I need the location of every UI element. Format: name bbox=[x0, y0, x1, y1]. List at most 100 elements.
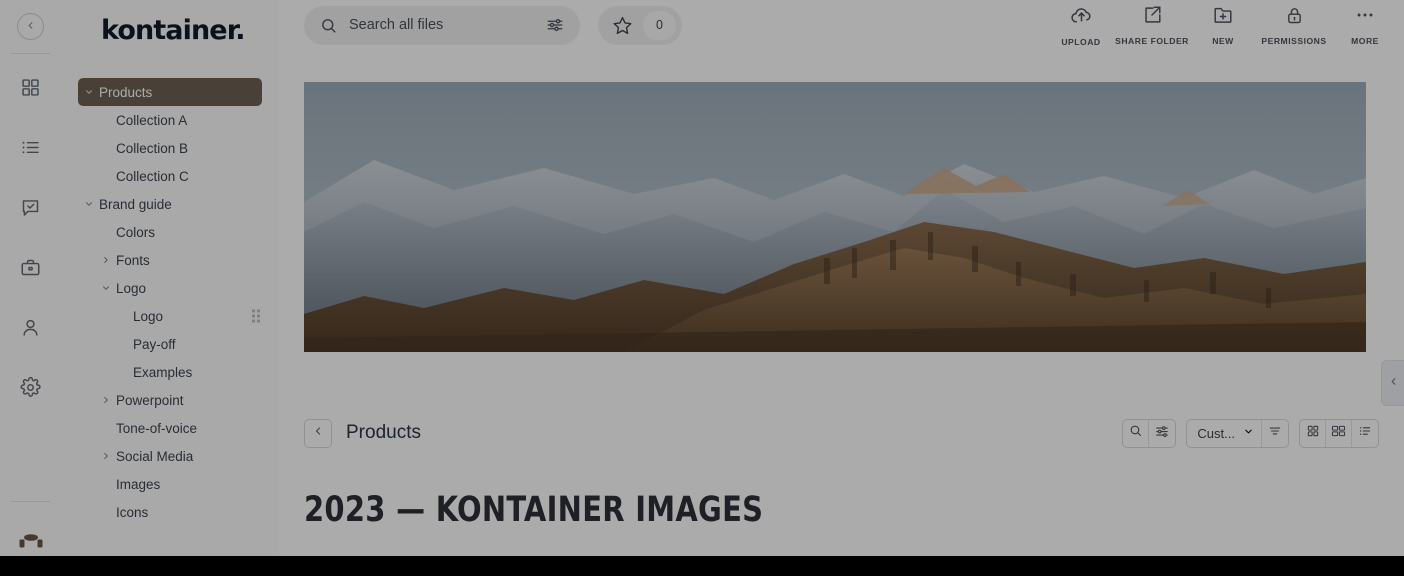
folder-item-collection-b[interactable]: Collection B bbox=[78, 134, 262, 162]
folder-item-logo[interactable]: Logo bbox=[78, 274, 262, 302]
search-input[interactable] bbox=[347, 16, 546, 34]
chevron-down-icon[interactable] bbox=[82, 199, 95, 209]
chevron-down-icon[interactable] bbox=[99, 283, 112, 293]
folder-sidebar: kontainer. Products Collection A Collectio… bbox=[61, 0, 280, 556]
sidebar-item-files-list[interactable] bbox=[18, 134, 44, 160]
drag-handle-icon[interactable] bbox=[252, 310, 260, 323]
sort-select-value: Cust... bbox=[1197, 426, 1235, 441]
sort-group: Cust... bbox=[1186, 419, 1289, 448]
chevron-down-icon bbox=[1243, 424, 1254, 442]
toolbar-action-label: NEW bbox=[1212, 36, 1234, 46]
toolbar-permissions-button[interactable]: PERMISSIONS bbox=[1254, 0, 1334, 50]
folder-item-label: Brand guide bbox=[99, 197, 172, 212]
folder-item-label: Logo bbox=[116, 281, 146, 296]
chevron-left-icon bbox=[312, 424, 324, 442]
toolbar-new-button[interactable]: NEW bbox=[1192, 0, 1254, 50]
search-filter-group bbox=[1122, 419, 1176, 448]
view-list-button[interactable] bbox=[1352, 420, 1378, 447]
sort-direction-button[interactable] bbox=[1262, 420, 1288, 447]
folder-item-label: Social Media bbox=[116, 449, 193, 464]
content-filter-button[interactable] bbox=[1149, 420, 1175, 447]
toolbar-action-label: UPLOAD bbox=[1061, 37, 1100, 47]
chevron-left-icon bbox=[25, 18, 36, 36]
toolbar-more-button[interactable]: MORE bbox=[1334, 0, 1396, 50]
chevron-right-icon[interactable] bbox=[99, 451, 112, 461]
main-content: Products Cust.. bbox=[279, 50, 1404, 556]
folder-item-powerpoint[interactable]: Powerpoint bbox=[78, 386, 262, 414]
folder-item-label: Tone-of-voice bbox=[116, 421, 197, 436]
toolbar-actions: UPLOAD SHARE FOLDER NEW PERMISSIONS MORE bbox=[1050, 0, 1404, 50]
star-icon bbox=[612, 15, 633, 36]
breadcrumb: Products Cust.. bbox=[304, 418, 1379, 448]
folder-item-colors[interactable]: Colors bbox=[78, 218, 262, 246]
folder-item-label: Products bbox=[99, 85, 152, 100]
folder-item-label: Collection C bbox=[116, 169, 189, 184]
folder-item-collection-a[interactable]: Collection A bbox=[78, 106, 262, 134]
view-large-grid-button[interactable] bbox=[1326, 420, 1352, 447]
sliders-icon bbox=[1155, 424, 1169, 443]
toolbar-action-label: MORE bbox=[1351, 36, 1379, 46]
icon-rail bbox=[0, 0, 62, 556]
folder-item-label: Powerpoint bbox=[116, 393, 184, 408]
favorites-count: 0 bbox=[643, 11, 676, 40]
folder-item-collection-c[interactable]: Collection C bbox=[78, 162, 262, 190]
sliders-icon[interactable] bbox=[546, 16, 564, 34]
folder-item-products[interactable]: Products bbox=[78, 78, 262, 106]
list-view-icon bbox=[1358, 424, 1372, 443]
sidebar-item-portfolio[interactable] bbox=[18, 254, 44, 280]
search-bar[interactable] bbox=[304, 6, 580, 45]
top-bar: 0 UPLOAD SHARE FOLDER NEW PERMISSIONS MORE N… bbox=[279, 0, 1404, 50]
view-small-grid-button[interactable] bbox=[1300, 420, 1326, 447]
folder-item-brand-guide[interactable]: Brand guide bbox=[78, 190, 262, 218]
toolbar-share-folder-button[interactable]: SHARE FOLDER bbox=[1112, 0, 1192, 50]
folder-tree: Products Collection A Collection B Collecti… bbox=[61, 61, 279, 526]
brand-logo[interactable]: kontainer. bbox=[61, 0, 279, 61]
kontainer-mark-icon[interactable] bbox=[16, 524, 46, 550]
folder-plus-icon bbox=[1212, 4, 1234, 31]
folder-item-label: Pay-off bbox=[133, 337, 176, 352]
sidebar-item-settings[interactable] bbox=[18, 374, 44, 400]
page-bottom-bar bbox=[0, 556, 1404, 576]
folder-item-examples[interactable]: Examples bbox=[78, 358, 262, 386]
sort-select[interactable]: Cust... bbox=[1187, 420, 1262, 447]
chevron-right-icon[interactable] bbox=[99, 255, 112, 265]
toolbar-action-label: PERMISSIONS bbox=[1261, 36, 1326, 46]
mountain-photo bbox=[304, 82, 1366, 352]
search-icon bbox=[320, 17, 337, 34]
view-controls: Cust... bbox=[1122, 419, 1379, 448]
chevron-down-icon[interactable] bbox=[82, 87, 95, 97]
share-icon bbox=[1141, 4, 1163, 31]
toolbar-upload-button[interactable]: UPLOAD bbox=[1050, 0, 1112, 50]
folder-item-tone-of-voice[interactable]: Tone-of-voice bbox=[78, 414, 262, 442]
lock-icon bbox=[1284, 5, 1305, 31]
grid-large-icon bbox=[1331, 424, 1346, 443]
page-title: Products bbox=[346, 422, 421, 444]
folder-item-label: Fonts bbox=[116, 253, 150, 268]
folder-item-pay-off[interactable]: Pay-off bbox=[78, 330, 262, 358]
section-heading: 2023 — KONTAINER IMAGES bbox=[304, 490, 763, 530]
rail-bottom-divider bbox=[11, 501, 50, 502]
sort-icon bbox=[1268, 424, 1282, 443]
favorites-button[interactable]: 0 bbox=[598, 6, 682, 45]
folder-item-label: Examples bbox=[133, 365, 192, 380]
folder-item-icons[interactable]: Icons bbox=[78, 498, 262, 526]
chevron-left-icon bbox=[1388, 374, 1399, 392]
content-search-button[interactable] bbox=[1123, 420, 1149, 447]
rail-collapse-button[interactable] bbox=[17, 13, 44, 40]
rail-divider bbox=[11, 53, 50, 54]
folder-item-label: Collection A bbox=[116, 113, 187, 128]
hero-image bbox=[304, 82, 1366, 352]
folder-item-social-media[interactable]: Social Media bbox=[78, 442, 262, 470]
folder-item-images[interactable]: Images bbox=[78, 470, 262, 498]
sidebar-item-approvals[interactable] bbox=[18, 194, 44, 220]
folder-item-label: Logo bbox=[133, 309, 163, 324]
toolbar-action-label: SHARE FOLDER bbox=[1115, 36, 1189, 46]
right-panel-toggle[interactable] bbox=[1381, 360, 1404, 406]
folder-item-fonts[interactable]: Fonts bbox=[78, 246, 262, 274]
back-button[interactable] bbox=[304, 419, 332, 448]
folder-item-logo[interactable]: Logo bbox=[78, 302, 262, 330]
chevron-right-icon[interactable] bbox=[99, 395, 112, 405]
app-window: kontainer. Products Collection A Collectio… bbox=[0, 0, 1404, 556]
sidebar-item-account[interactable] bbox=[18, 314, 44, 340]
sidebar-item-dashboard[interactable] bbox=[18, 74, 44, 100]
